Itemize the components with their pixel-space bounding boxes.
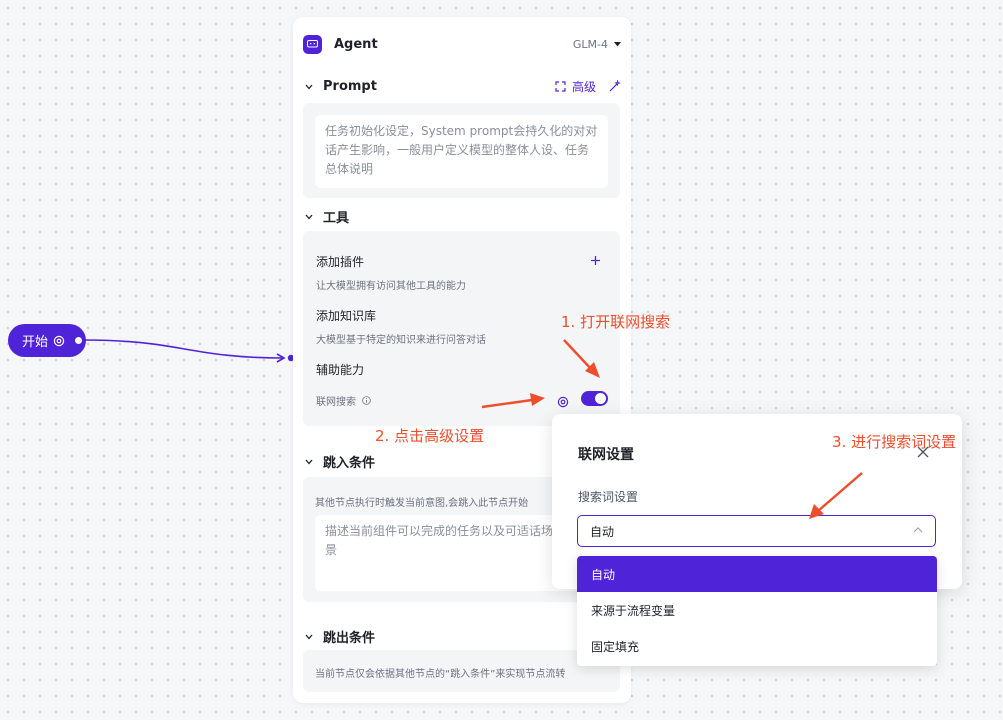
tools-section-title: 工具: [323, 211, 350, 226]
web-search-toggle[interactable]: [581, 391, 608, 406]
plus-icon: [591, 256, 600, 265]
advanced-label: 高级: [571, 80, 596, 94]
add-plugin-desc: 让大模型拥有访问其他工具的能力: [316, 281, 466, 292]
add-plugin-title: 添加插件: [316, 255, 365, 269]
agent-card-header: Agent GLM-4: [303, 34, 621, 54]
start-node-label: 开始: [22, 335, 49, 350]
start-node-port[interactable]: [73, 335, 84, 346]
search-term-dropdown: 自动 来源于流程变量 固定填充: [577, 556, 937, 666]
jump-in-section-toggle[interactable]: 跳入条件: [305, 452, 375, 471]
magic-wand-icon[interactable]: [608, 80, 621, 93]
chevron-down-icon: [305, 459, 313, 465]
settings-icon[interactable]: [53, 335, 65, 347]
toggle-knob: [595, 393, 606, 404]
web-search-row: 联网搜索: [316, 393, 371, 408]
model-select-value: GLM-4: [572, 37, 608, 51]
model-select[interactable]: GLM-4: [573, 34, 621, 54]
prompt-section-title: Prompt: [323, 79, 377, 94]
chevron-down-icon: [305, 634, 313, 640]
prompt-section-toggle[interactable]: Prompt: [305, 79, 377, 94]
jump-out-section-title: 跳出条件: [323, 631, 376, 646]
assist-title: 辅助能力: [316, 363, 365, 377]
popover-title: 联网设置: [578, 447, 634, 463]
search-term-label: 搜索词设置: [578, 490, 639, 504]
jump-out-section-toggle[interactable]: 跳出条件: [305, 627, 375, 646]
jump-out-desc: 当前节点仅会依据其他节点的“跳入条件”来实现节点流转: [315, 669, 566, 680]
agent-title: Agent: [334, 36, 378, 52]
jump-out-panel: 当前节点仅会依据其他节点的“跳入条件”来实现节点流转: [303, 650, 620, 692]
jump-in-desc: 其他节点执行时触发当前意图,会跳入此节点开始: [315, 498, 529, 509]
dropdown-option[interactable]: 固定填充: [577, 628, 937, 664]
web-search-label: 联网搜索: [316, 397, 356, 408]
info-icon[interactable]: [362, 396, 371, 405]
annotation-step1: 1. 打开联网搜索: [561, 313, 671, 331]
caret-down-icon: [614, 41, 621, 46]
prompt-panel: 任务初始化设定，System prompt会持久化的对对话产生影响，一般用户定义…: [303, 103, 620, 198]
web-search-settings-icon[interactable]: [557, 393, 569, 412]
annotation-step2: 2. 点击高级设置: [375, 427, 485, 445]
search-term-select[interactable]: 自动: [577, 515, 936, 547]
tools-section-toggle[interactable]: 工具: [305, 207, 349, 226]
add-knowledge-title: 添加知识库: [316, 309, 377, 323]
dropdown-option[interactable]: 来源于流程变量: [577, 592, 937, 628]
jump-in-section-title: 跳入条件: [323, 456, 376, 471]
prompt-placeholder: 任务初始化设定，System prompt会持久化的对对话产生影响，一般用户定义…: [325, 124, 598, 176]
chevron-down-icon: [305, 84, 313, 90]
add-plugin-button[interactable]: [591, 254, 600, 268]
agent-icon: [303, 34, 322, 54]
jump-in-placeholder: 描述当前组件可以完成的任务以及可适话场景: [325, 524, 554, 557]
expand-icon: [555, 81, 566, 92]
search-term-select-value: 自动: [590, 524, 615, 539]
chevron-up-icon: [913, 527, 923, 533]
advanced-prompt-button[interactable]: 高级: [555, 78, 621, 95]
annotation-step3: 3. 进行搜索词设置: [832, 433, 957, 451]
dropdown-option[interactable]: 自动: [577, 556, 937, 592]
add-knowledge-desc: 大模型基于特定的知识来进行问答对话: [316, 335, 486, 346]
prompt-textarea[interactable]: 任务初始化设定，System prompt会持久化的对对话产生影响，一般用户定义…: [315, 115, 608, 188]
chevron-down-icon: [305, 214, 313, 220]
